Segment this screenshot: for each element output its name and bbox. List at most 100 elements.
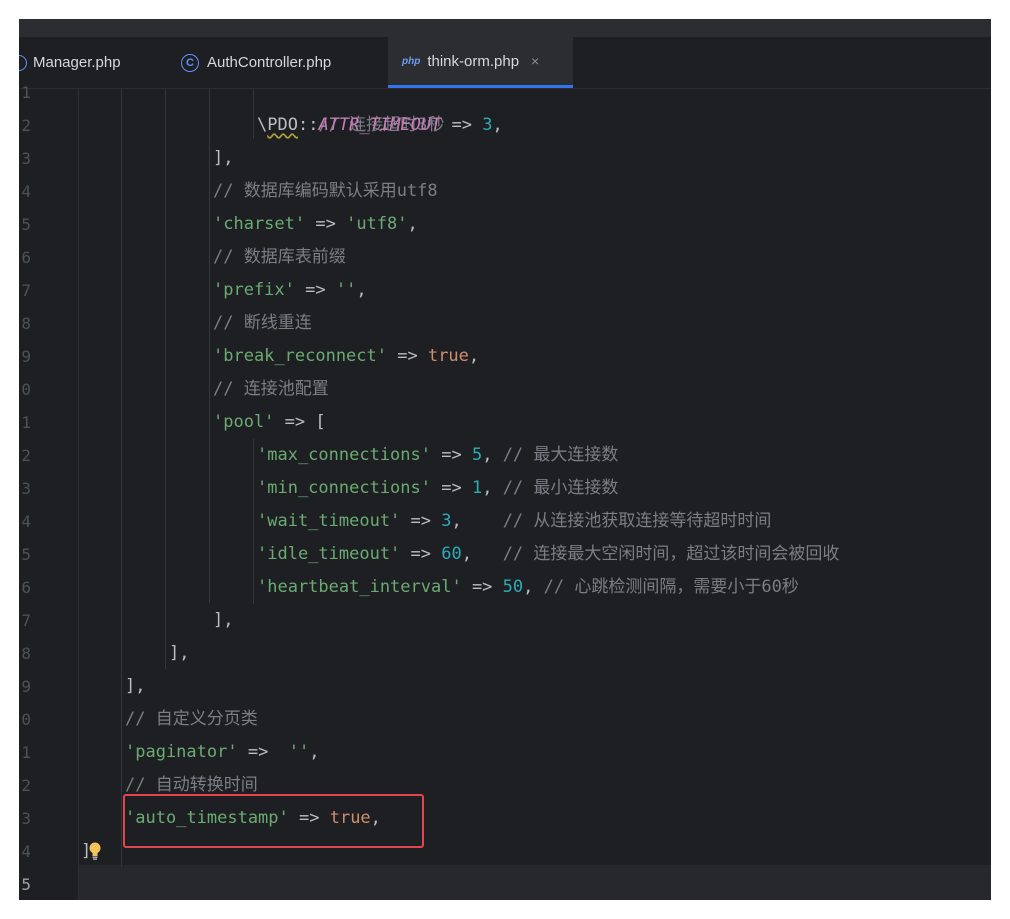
line-number-current: 5: [21, 875, 31, 894]
comment: // 断线重连: [213, 313, 312, 333]
code-line-8: // 断线重连: [213, 307, 312, 340]
code-line-14: 'wait_timeout' => 3, // 从连接池获取连接等待超时时间: [257, 505, 771, 538]
code-line-17: ],: [213, 610, 234, 630]
string-key: 'paginator': [125, 742, 238, 762]
string-key: 'prefix': [213, 280, 295, 300]
code-line-19: ],: [125, 676, 146, 696]
close-icon[interactable]: ×: [531, 53, 539, 69]
string-key: 'break_reconnect': [213, 346, 387, 366]
line-number: 5: [21, 215, 31, 234]
php-file-icon: php: [402, 55, 421, 67]
highlight-annotation-box: [123, 794, 424, 848]
lightbulb-icon[interactable]: [88, 841, 102, 861]
line-number: 3: [21, 149, 31, 168]
arrow: =>: [387, 346, 428, 366]
keyword-true: true: [427, 346, 469, 366]
line-number: 9: [21, 347, 31, 366]
code-line-4: // 数据库编码默认采用utf8: [213, 175, 438, 208]
line-number: 6: [21, 578, 31, 597]
indent-guide: [253, 439, 254, 604]
scope-operator: ::: [297, 115, 319, 135]
code-line-16: 'heartbeat_interval' => 50, // 心跳检测间隔，需要…: [257, 571, 799, 604]
punct: ,: [492, 115, 503, 135]
tab-manager-php[interactable]: Manager.php: [19, 37, 143, 88]
punct: ,: [407, 214, 418, 234]
line-number: 2: [21, 116, 31, 135]
string-value: 'utf8': [346, 214, 408, 234]
code-line-7: 'prefix' => '',: [213, 274, 367, 307]
line-number: 9: [21, 677, 31, 696]
code-line-13: 'min_connections' => 1, // 最小连接数: [257, 472, 618, 505]
code-line-6: // 数据库表前缀: [213, 241, 346, 274]
string-value: '': [335, 280, 357, 300]
string-key: 'pool': [213, 412, 275, 432]
comment: // 自动转换时间: [125, 775, 258, 795]
arrow: =>: [461, 577, 503, 597]
comment: // 连接最大空闲时间，超过该时间会被回收: [502, 544, 840, 564]
arrow: =>: [237, 742, 289, 762]
code-line-2: \PDO::ATTR_TIMEOUT => 3,: [257, 109, 503, 142]
number: 3: [441, 511, 452, 531]
line-number: 4: [21, 842, 31, 861]
indent-guide: [253, 89, 254, 139]
line-number: 2: [21, 446, 31, 465]
constant: ATTR_TIMEOUT: [318, 115, 442, 135]
arrow: =>: [400, 544, 442, 564]
arrow: =>: [431, 478, 472, 498]
code-line-9: 'break_reconnect' => true,: [213, 340, 479, 373]
class-name: PDO: [267, 115, 298, 135]
tab-label: think-orm.php: [427, 52, 520, 70]
comment: // 从连接池获取连接等待超时时间: [502, 511, 772, 531]
php-class-icon: [19, 54, 27, 71]
punct: ,: [523, 577, 544, 597]
code-line-5: 'charset' => 'utf8',: [213, 208, 418, 241]
line-number: 1: [21, 743, 31, 762]
tab-label: Manager.php: [33, 54, 121, 71]
string-value: '': [288, 742, 310, 762]
comment: // 最大连接数: [502, 445, 619, 465]
arrow: =>: [400, 511, 442, 531]
code-line-20: // 自定义分页类: [125, 703, 258, 736]
string-key: 'max_connections': [257, 445, 431, 465]
line-number: 1: [21, 83, 31, 102]
comment: // 连接池配置: [213, 379, 329, 399]
string-key: 'idle_timeout': [257, 544, 401, 564]
number: 60: [441, 544, 462, 564]
line-number: 0: [21, 380, 31, 399]
line-number: 4: [21, 182, 31, 201]
line-number: 0: [21, 710, 31, 729]
number: 5: [471, 445, 483, 465]
punct: ,: [482, 478, 503, 498]
comment: // 最小连接数: [502, 478, 619, 498]
arrow: => [: [274, 412, 326, 432]
code-line-15: 'idle_timeout' => 60, // 连接最大空闲时间，超过该时间会…: [257, 538, 839, 571]
line-number-gutter: 1 2 3 4 5 6 7 8 9 0 1 2 3 4 5 6 7 8 9 0 …: [19, 83, 79, 900]
punct: ,: [482, 445, 503, 465]
punct: ,: [309, 742, 320, 762]
ide-window: Manager.php C AuthController.php php thi…: [19, 19, 991, 900]
punct: ,: [468, 346, 480, 366]
line-number: 7: [21, 281, 31, 300]
punct: ,: [451, 511, 503, 531]
comment: // 心跳检测间隔，需要小于60秒: [543, 577, 799, 597]
line-number: 8: [21, 314, 31, 333]
code-line-11: 'pool' => [: [213, 406, 326, 439]
line-number: 8: [21, 644, 31, 663]
string-key: 'min_connections': [257, 478, 431, 498]
comment: // 自定义分页类: [125, 709, 258, 729]
title-bar: [19, 19, 991, 37]
line-number: 5: [21, 545, 31, 564]
line-number: 6: [21, 248, 31, 267]
arrow: =>: [305, 214, 347, 234]
code-editor[interactable]: // 连接超时3秒 \PDO::ATTR_TIMEOUT => 3, ], //…: [79, 89, 991, 900]
line-number: 7: [21, 611, 31, 630]
punct: ,: [356, 280, 367, 300]
indent-guide: [121, 89, 122, 867]
number: 1: [471, 478, 483, 498]
indent-guide: [165, 89, 166, 669]
editor-tab-bar: Manager.php C AuthController.php php thi…: [19, 37, 991, 89]
code-line-21: 'paginator' => '',: [125, 736, 320, 769]
code-line-18: ],: [169, 643, 190, 663]
code-line-3: ],: [213, 148, 234, 168]
line-number: 4: [21, 512, 31, 531]
